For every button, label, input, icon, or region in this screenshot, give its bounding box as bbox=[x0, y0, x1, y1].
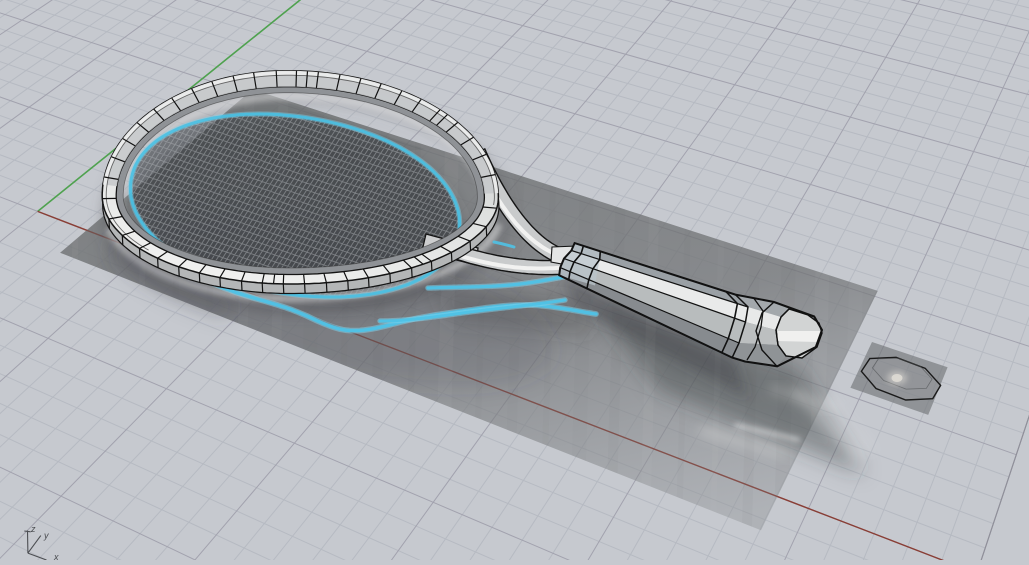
svg-text:x: x bbox=[53, 552, 59, 560]
svg-text:y: y bbox=[43, 531, 49, 541]
svg-text:z: z bbox=[30, 524, 36, 534]
